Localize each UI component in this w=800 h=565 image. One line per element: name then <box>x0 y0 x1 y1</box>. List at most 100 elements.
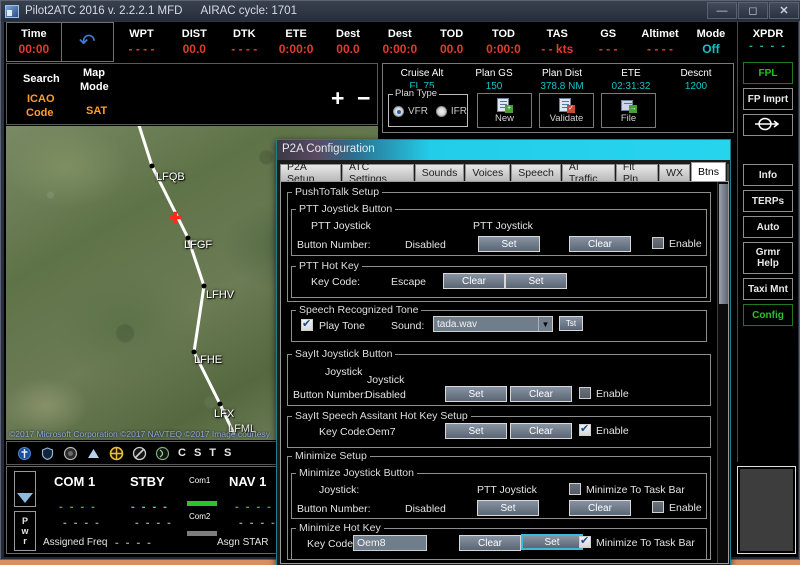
close-button[interactable]: ✕ <box>769 2 799 19</box>
vfr-radio[interactable] <box>393 106 404 117</box>
data-label: Dest <box>387 28 412 40</box>
radio-selector-dropdown[interactable] <box>14 471 36 507</box>
dialog-scrollbar[interactable] <box>717 182 728 563</box>
curved-arrow-icon: ↶ <box>78 31 96 53</box>
stby-frequency[interactable]: - - - - <box>131 501 169 513</box>
layer-toggle-t[interactable]: T <box>209 447 216 459</box>
tab-voices[interactable]: Voices <box>465 164 511 181</box>
dialog-scrollbar-thumb[interactable] <box>719 184 728 304</box>
layer-toggle-c[interactable]: C <box>178 447 186 459</box>
wind-icon[interactable] <box>155 446 170 461</box>
search-icao-line1[interactable]: ICAO <box>27 93 55 105</box>
sidebar-item-terps[interactable]: TERPs <box>743 190 793 212</box>
sound-test-button[interactable]: Tst <box>559 316 583 331</box>
sayit-hotkey-set-button[interactable]: Set <box>445 423 507 439</box>
zoom-in-icon[interactable]: + <box>331 87 344 110</box>
sayit-joystick-legend: SayIt Joystick Button <box>295 348 393 360</box>
sayit-joystick-clear-button[interactable]: Clear <box>510 386 572 402</box>
tab-speech[interactable]: Speech <box>511 164 561 181</box>
plan-type-legend: Plan Type <box>393 88 440 99</box>
new-document-icon: + <box>496 97 513 113</box>
zoom-out-icon[interactable]: − <box>357 87 370 110</box>
sidebar-item-taxi-mnt[interactable]: Taxi Mnt <box>743 278 793 300</box>
weather-radar-icon[interactable] <box>63 446 78 461</box>
minimize-hotkey-keycode-input[interactable]: Oem8 <box>353 535 427 551</box>
ptt-joystick-value: PTT Joystick <box>473 220 533 232</box>
com1-sub-frequency: - - - - <box>63 517 101 529</box>
sound-label: Sound: <box>391 320 425 332</box>
aircraft-traffic-icon[interactable] <box>17 446 32 461</box>
sayit-joystick-enable-checkbox[interactable] <box>579 387 591 399</box>
layer-toggle-s2[interactable]: S <box>224 447 231 459</box>
sayit-hotkey-clear-button[interactable]: Clear <box>510 423 572 439</box>
minimize-hotkey-clear-button[interactable]: Clear <box>459 535 521 551</box>
maximize-button[interactable]: ◻ <box>738 2 768 19</box>
ptt-joystick-clear-button[interactable]: Clear <box>569 236 631 252</box>
layer-toggle-s[interactable]: S <box>194 447 201 459</box>
vor-navaid-icon[interactable] <box>109 446 124 461</box>
minimize-joystick-enable-checkbox[interactable] <box>652 501 664 513</box>
minimize-hotkey-keycode-label: Key Code: <box>307 538 357 550</box>
ptt-hotkey-clear-button[interactable]: Clear <box>443 273 505 289</box>
minimize-hotkey-set-button[interactable]: Set <box>521 534 583 550</box>
sidebar-item-info[interactable]: Info <box>743 164 793 186</box>
minimize-joystick-clear-button[interactable]: Clear <box>569 500 631 516</box>
minimize-hotkey-taskbar-checkbox[interactable] <box>579 535 591 548</box>
sayit-joystick-set-button[interactable]: Set <box>445 386 507 402</box>
tab-sounds[interactable]: Sounds <box>414 164 465 181</box>
sidebar-item-fp-import[interactable]: FP Imprt <box>743 88 793 110</box>
fp-ete: ETE 02:31:32 <box>597 67 665 93</box>
mfd-canvas: Time 00:00 ↶ WPT - - - - DIST 00.0 DTK -… <box>4 22 798 565</box>
nav1-frequency[interactable]: - - - - <box>235 501 273 513</box>
com1-small-label: Com1 <box>189 476 211 485</box>
shield-airspace-icon[interactable] <box>40 446 55 461</box>
sidebar-item-fpl[interactable]: FPL <box>743 62 793 84</box>
data-cell-dtk: DTK - - - - <box>219 22 269 62</box>
ptt-hotkey-set-button[interactable]: Set <box>505 273 567 289</box>
sidebar-item-config[interactable]: Config <box>743 304 793 326</box>
tab-atc-settings[interactable]: ATC Settings <box>341 161 414 185</box>
terrain-triangle-icon[interactable] <box>86 446 101 461</box>
radio-power-button[interactable]: P w r <box>14 511 36 551</box>
heading-indicator[interactable]: ↶ <box>61 22 114 62</box>
waypoint-label: LFHE <box>194 354 223 366</box>
sayit-hotkey-enable-checkbox[interactable] <box>579 423 591 436</box>
tab-p2a-setup[interactable]: P2A Setup <box>280 161 341 185</box>
data-value: 00:00 <box>18 42 50 56</box>
speech-tone-legend: Speech Recognized Tone <box>299 304 419 316</box>
data-value: Off <box>702 42 720 56</box>
tab-wx[interactable]: WX <box>659 164 690 181</box>
assigned-freq-label: Assigned Freq <box>43 537 108 548</box>
validate-flightplan-button[interactable]: ✓ Validate <box>539 93 594 128</box>
sidebar-item-direct-to[interactable] <box>743 114 793 136</box>
minimize-joystick-set-button[interactable]: Set <box>477 500 539 516</box>
sidebar-item-grammar-help[interactable]: Grmr Help <box>743 242 793 274</box>
data-label: Dest <box>336 28 360 40</box>
ptt-joystick-enable-checkbox[interactable] <box>652 237 664 249</box>
minimize-joystick-taskbar-checkbox[interactable] <box>569 483 581 495</box>
map-mode-value[interactable]: SAT <box>86 105 107 117</box>
tab-flt-pln[interactable]: Flt Pln <box>615 161 659 185</box>
no-entry-icon[interactable] <box>132 446 147 461</box>
minimize-button[interactable]: — <box>707 2 737 19</box>
new-flightplan-button[interactable]: + New <box>477 93 532 128</box>
sayit-button-number-value: Disabled <box>365 389 406 401</box>
play-tone-checkbox[interactable] <box>301 318 313 331</box>
data-cell-gs: GS - - - <box>584 22 632 62</box>
com1-frequency[interactable]: - - - - <box>59 501 97 513</box>
sidebar-item-auto[interactable]: Auto <box>743 216 793 238</box>
data-cell-wpt: WPT - - - - <box>114 22 170 62</box>
com2-small-label: Com2 <box>189 512 211 521</box>
chevron-down-icon: ▼ <box>538 317 552 331</box>
asgn-star-label[interactable]: Asgn STAR <box>217 537 269 548</box>
xpdr-value[interactable]: - - - - <box>738 40 798 52</box>
search-icao-line2[interactable]: Code <box>26 107 54 119</box>
dialog-titlebar[interactable]: P2A Configuration <box>277 140 730 160</box>
ifr-radio[interactable] <box>435 106 447 117</box>
ptt-joystick-set-button[interactable]: Set <box>478 236 540 252</box>
tab-ai-traffic[interactable]: AI Traffic <box>561 161 615 185</box>
tab-btns[interactable]: Btns <box>690 162 726 181</box>
data-cell-dist: DIST 00.0 <box>169 22 219 62</box>
file-flightplan-button[interactable]: → File <box>601 93 656 128</box>
sound-combobox[interactable]: tada.wav ▼ <box>433 316 553 332</box>
